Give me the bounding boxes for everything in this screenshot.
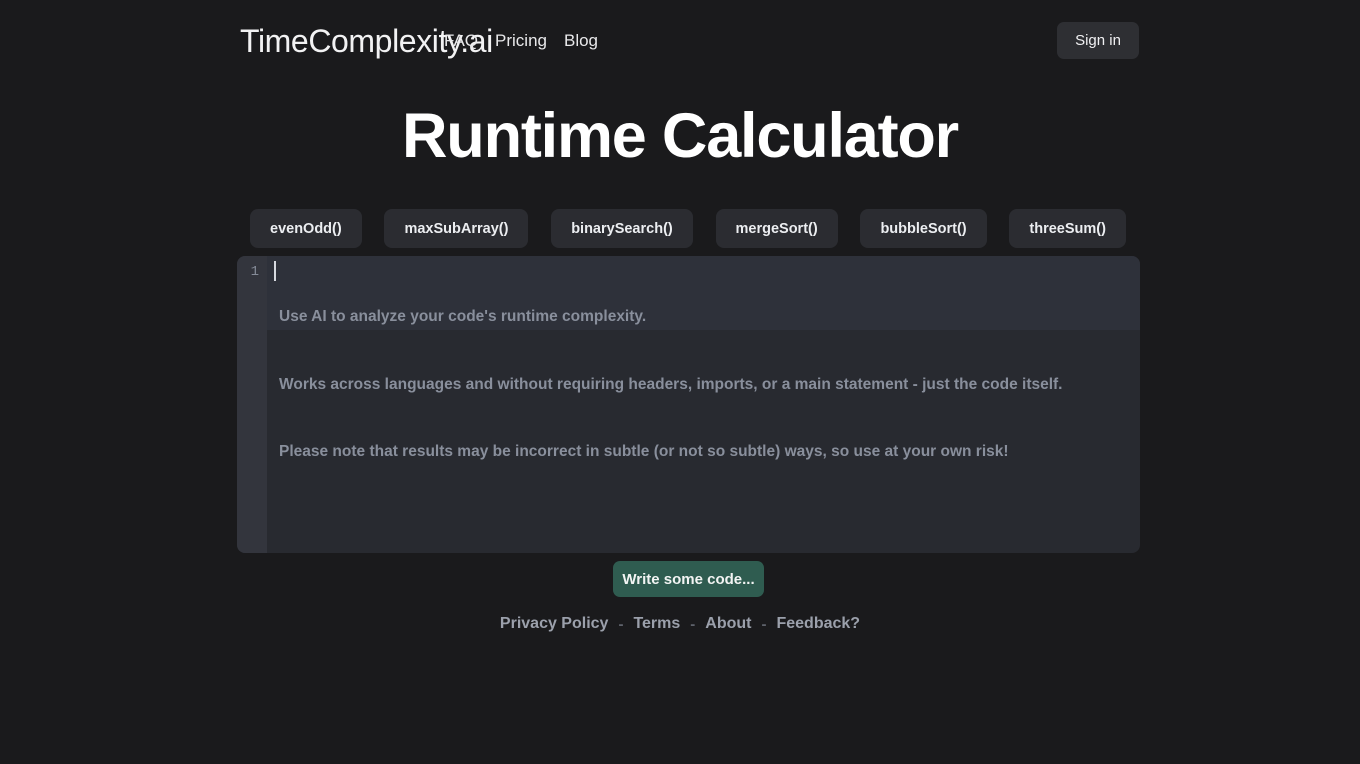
sample-button-threesum[interactable]: threeSum() bbox=[1009, 209, 1126, 248]
editor-gutter: 1 bbox=[237, 256, 267, 553]
sample-button-evenodd[interactable]: evenOdd() bbox=[250, 209, 362, 248]
code-editor[interactable]: 1 Use AI to analyze your code's runtime … bbox=[237, 256, 1140, 553]
nav-link-faq[interactable]: FAQ bbox=[444, 31, 478, 51]
sample-button-maxsubarray[interactable]: maxSubArray() bbox=[384, 209, 529, 248]
primary-nav: FAQ Pricing Blog bbox=[444, 31, 598, 51]
footer-separator: - bbox=[761, 615, 767, 633]
footer-separator: - bbox=[618, 615, 624, 633]
submit-code-button[interactable]: Write some code... bbox=[613, 561, 764, 597]
placeholder-line-2: Works across languages and without requi… bbox=[279, 375, 1063, 393]
editor-line-number: 1 bbox=[250, 264, 259, 280]
sample-function-buttons: evenOdd() maxSubArray() binarySearch() m… bbox=[250, 209, 1126, 248]
page-title: Runtime Calculator bbox=[402, 101, 959, 171]
site-footer: Privacy Policy - Terms - About - Feedbac… bbox=[0, 615, 1360, 633]
site-header: TimeComplexity.ai FAQ Pricing Blog Sign … bbox=[0, 0, 1360, 82]
page-root: TimeComplexity.ai FAQ Pricing Blog Sign … bbox=[0, 0, 1360, 764]
nav-link-blog[interactable]: Blog bbox=[564, 31, 598, 51]
sample-button-binarysearch[interactable]: binarySearch() bbox=[551, 209, 693, 248]
nav-link-pricing[interactable]: Pricing bbox=[495, 31, 547, 51]
placeholder-line-1: Use AI to analyze your code's runtime co… bbox=[279, 308, 647, 325]
footer-link-privacy-policy[interactable]: Privacy Policy bbox=[500, 615, 609, 633]
sample-button-bubblesort[interactable]: bubbleSort() bbox=[860, 209, 987, 248]
footer-link-feedback[interactable]: Feedback? bbox=[776, 615, 860, 633]
footer-link-terms[interactable]: Terms bbox=[633, 615, 680, 633]
footer-separator: - bbox=[690, 615, 696, 633]
footer-link-about[interactable]: About bbox=[705, 615, 751, 633]
sign-in-button[interactable]: Sign in bbox=[1057, 22, 1139, 59]
code-input-area[interactable]: Use AI to analyze your code's runtime co… bbox=[267, 256, 1140, 553]
code-placeholder-text: Use AI to analyze your code's runtime co… bbox=[267, 261, 1140, 509]
sample-button-mergesort[interactable]: mergeSort() bbox=[715, 209, 838, 248]
placeholder-line-3: Please note that results may be incorrec… bbox=[279, 443, 1009, 460]
